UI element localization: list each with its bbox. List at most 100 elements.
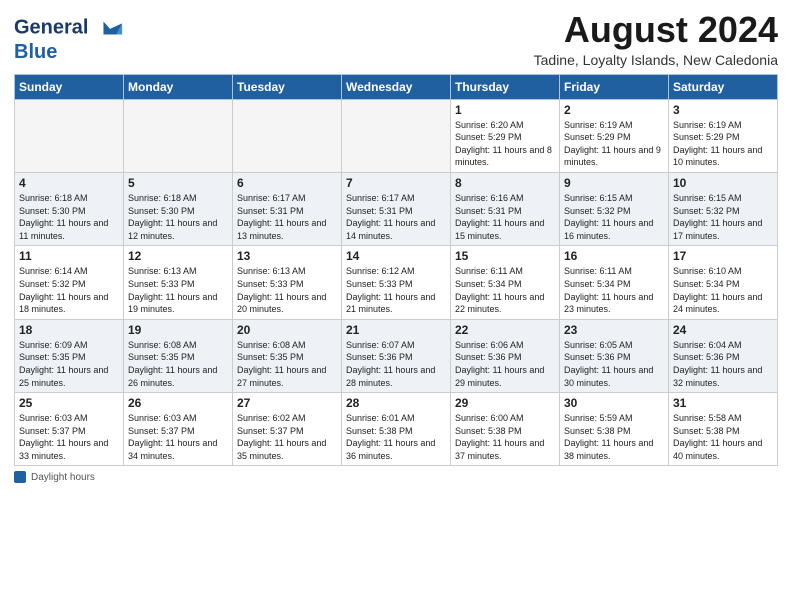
calendar-cell: 8Sunrise: 6:16 AM Sunset: 5:31 PM Daylig… [451, 172, 560, 245]
calendar-cell: 14 Sunrise: 6:12 AM Sunset: 5:33 PM Dayli… [342, 246, 451, 319]
calendar-week-row: 4Sunrise: 6:18 AM Sunset: 5:30 PM Daylig… [15, 172, 778, 245]
calendar-cell: 2 Sunrise: 6:19 AM Sunset: 5:29 PM Daylig… [560, 99, 669, 172]
calendar-cell: 6 Sunrise: 6:17 AM Sunset: 5:31 PM Daylig… [233, 172, 342, 245]
weekday-header: Saturday [669, 74, 778, 99]
calendar-cell: 7Sunrise: 6:17 AM Sunset: 5:31 PM Daylig… [342, 172, 451, 245]
day-number: 31 [673, 396, 773, 410]
day-number: 20 [237, 323, 337, 337]
calendar-cell: 18 Sunrise: 6:09 AM Sunset: 5:35 PM Dayli… [15, 319, 124, 392]
calendar-cell: 12Sunrise: 6:13 AM Sunset: 5:33 PM Dayli… [124, 246, 233, 319]
day-info: Sunrise: 6:05 AM Sunset: 5:36 PM Dayligh… [564, 339, 664, 389]
day-info: Sunrise: 6:10 AM Sunset: 5:34 PM Dayligh… [673, 265, 773, 315]
day-number: 29 [455, 396, 555, 410]
title-block: August 2024 Tadine, Loyalty Islands, New… [534, 10, 778, 68]
weekday-header: Monday [124, 74, 233, 99]
calendar-cell: 9 Sunrise: 6:15 AM Sunset: 5:32 PM Daylig… [560, 172, 669, 245]
calendar-cell: 15 Sunrise: 6:11 AM Sunset: 5:34 PM Dayli… [451, 246, 560, 319]
day-number: 28 [346, 396, 446, 410]
day-info: Sunrise: 6:13 AM Sunset: 5:33 PM Dayligh… [128, 265, 228, 315]
weekday-header: Tuesday [233, 74, 342, 99]
day-number: 9 [564, 176, 664, 190]
main-container: General Blue August 2024 Tadine, Loyalty… [0, 0, 792, 491]
logo-blue: Blue [14, 42, 124, 63]
calendar-week-row: 25 Sunrise: 6:03 AM Sunset: 5:37 PM Dayli… [15, 393, 778, 466]
calendar-cell: 26 Sunrise: 6:03 AM Sunset: 5:37 PM Dayli… [124, 393, 233, 466]
calendar-cell: 28 Sunrise: 6:01 AM Sunset: 5:38 PM Dayli… [342, 393, 451, 466]
day-number: 17 [673, 249, 773, 263]
day-info: Sunrise: 6:12 AM Sunset: 5:33 PM Dayligh… [346, 265, 446, 315]
day-number: 15 [455, 249, 555, 263]
calendar-cell: 5Sunrise: 6:18 AM Sunset: 5:30 PM Daylig… [124, 172, 233, 245]
day-number: 3 [673, 103, 773, 117]
day-info: Sunrise: 6:09 AM Sunset: 5:35 PM Dayligh… [19, 339, 119, 389]
day-info: Sunrise: 6:06 AM Sunset: 5:36 PM Dayligh… [455, 339, 555, 389]
day-number: 11 [19, 249, 119, 263]
calendar-cell: 20 Sunrise: 6:08 AM Sunset: 5:35 PM Dayli… [233, 319, 342, 392]
calendar-cell: 1Sunrise: 6:20 AM Sunset: 5:29 PM Daylig… [451, 99, 560, 172]
day-info: Sunrise: 6:14 AM Sunset: 5:32 PM Dayligh… [19, 265, 119, 315]
calendar-cell [342, 99, 451, 172]
day-number: 4 [19, 176, 119, 190]
calendar-cell: 25 Sunrise: 6:03 AM Sunset: 5:37 PM Dayli… [15, 393, 124, 466]
calendar-cell: 24 Sunrise: 6:04 AM Sunset: 5:36 PM Dayli… [669, 319, 778, 392]
day-number: 6 [237, 176, 337, 190]
day-info: Sunrise: 6:15 AM Sunset: 5:32 PM Dayligh… [673, 192, 773, 242]
day-info: Sunrise: 6:13 AM Sunset: 5:33 PM Dayligh… [237, 265, 337, 315]
calendar-cell: 22 Sunrise: 6:06 AM Sunset: 5:36 PM Dayli… [451, 319, 560, 392]
logo-text: General Blue [14, 14, 124, 63]
calendar-week-row: 1Sunrise: 6:20 AM Sunset: 5:29 PM Daylig… [15, 99, 778, 172]
day-number: 16 [564, 249, 664, 263]
day-number: 7 [346, 176, 446, 190]
calendar-cell: 31 Sunrise: 5:58 AM Sunset: 5:38 PM Dayli… [669, 393, 778, 466]
day-info: Sunrise: 5:59 AM Sunset: 5:38 PM Dayligh… [564, 412, 664, 462]
day-number: 22 [455, 323, 555, 337]
day-number: 13 [237, 249, 337, 263]
calendar-cell [124, 99, 233, 172]
day-number: 30 [564, 396, 664, 410]
weekday-header: Thursday [451, 74, 560, 99]
day-number: 19 [128, 323, 228, 337]
day-number: 26 [128, 396, 228, 410]
day-info: Sunrise: 6:11 AM Sunset: 5:34 PM Dayligh… [455, 265, 555, 315]
day-number: 14 [346, 249, 446, 263]
day-info: Sunrise: 6:02 AM Sunset: 5:37 PM Dayligh… [237, 412, 337, 462]
calendar-cell: 23 Sunrise: 6:05 AM Sunset: 5:36 PM Dayli… [560, 319, 669, 392]
calendar-cell: 13 Sunrise: 6:13 AM Sunset: 5:33 PM Dayli… [233, 246, 342, 319]
day-info: Sunrise: 6:04 AM Sunset: 5:36 PM Dayligh… [673, 339, 773, 389]
calendar-cell: 21Sunrise: 6:07 AM Sunset: 5:36 PM Dayli… [342, 319, 451, 392]
day-info: Sunrise: 6:08 AM Sunset: 5:35 PM Dayligh… [237, 339, 337, 389]
footer: Daylight hours [14, 471, 778, 483]
subtitle: Tadine, Loyalty Islands, New Caledonia [534, 52, 778, 68]
day-info: Sunrise: 6:03 AM Sunset: 5:37 PM Dayligh… [19, 412, 119, 462]
calendar-header-row: SundayMondayTuesdayWednesdayThursdayFrid… [15, 74, 778, 99]
weekday-header: Friday [560, 74, 669, 99]
day-number: 8 [455, 176, 555, 190]
calendar-cell [15, 99, 124, 172]
footer-label: Daylight hours [31, 472, 95, 483]
weekday-header: Sunday [15, 74, 124, 99]
day-info: Sunrise: 5:58 AM Sunset: 5:38 PM Dayligh… [673, 412, 773, 462]
day-number: 1 [455, 103, 555, 117]
day-info: Sunrise: 6:03 AM Sunset: 5:37 PM Dayligh… [128, 412, 228, 462]
day-info: Sunrise: 6:19 AM Sunset: 5:29 PM Dayligh… [673, 119, 773, 169]
calendar-table: SundayMondayTuesdayWednesdayThursdayFrid… [14, 74, 778, 467]
day-info: Sunrise: 6:07 AM Sunset: 5:36 PM Dayligh… [346, 339, 446, 389]
day-info: Sunrise: 6:17 AM Sunset: 5:31 PM Dayligh… [237, 192, 337, 242]
calendar-cell: 10 Sunrise: 6:15 AM Sunset: 5:32 PM Dayli… [669, 172, 778, 245]
day-number: 27 [237, 396, 337, 410]
day-info: Sunrise: 6:00 AM Sunset: 5:38 PM Dayligh… [455, 412, 555, 462]
day-info: Sunrise: 6:15 AM Sunset: 5:32 PM Dayligh… [564, 192, 664, 242]
day-number: 25 [19, 396, 119, 410]
calendar-cell: 16Sunrise: 6:11 AM Sunset: 5:34 PM Dayli… [560, 246, 669, 319]
day-info: Sunrise: 6:19 AM Sunset: 5:29 PM Dayligh… [564, 119, 664, 169]
day-number: 24 [673, 323, 773, 337]
calendar-cell: 19 Sunrise: 6:08 AM Sunset: 5:35 PM Dayli… [124, 319, 233, 392]
day-number: 23 [564, 323, 664, 337]
day-number: 18 [19, 323, 119, 337]
calendar-week-row: 11 Sunrise: 6:14 AM Sunset: 5:32 PM Dayli… [15, 246, 778, 319]
day-number: 10 [673, 176, 773, 190]
day-info: Sunrise: 6:01 AM Sunset: 5:38 PM Dayligh… [346, 412, 446, 462]
day-info: Sunrise: 6:08 AM Sunset: 5:35 PM Dayligh… [128, 339, 228, 389]
calendar-cell: 4Sunrise: 6:18 AM Sunset: 5:30 PM Daylig… [15, 172, 124, 245]
day-number: 2 [564, 103, 664, 117]
